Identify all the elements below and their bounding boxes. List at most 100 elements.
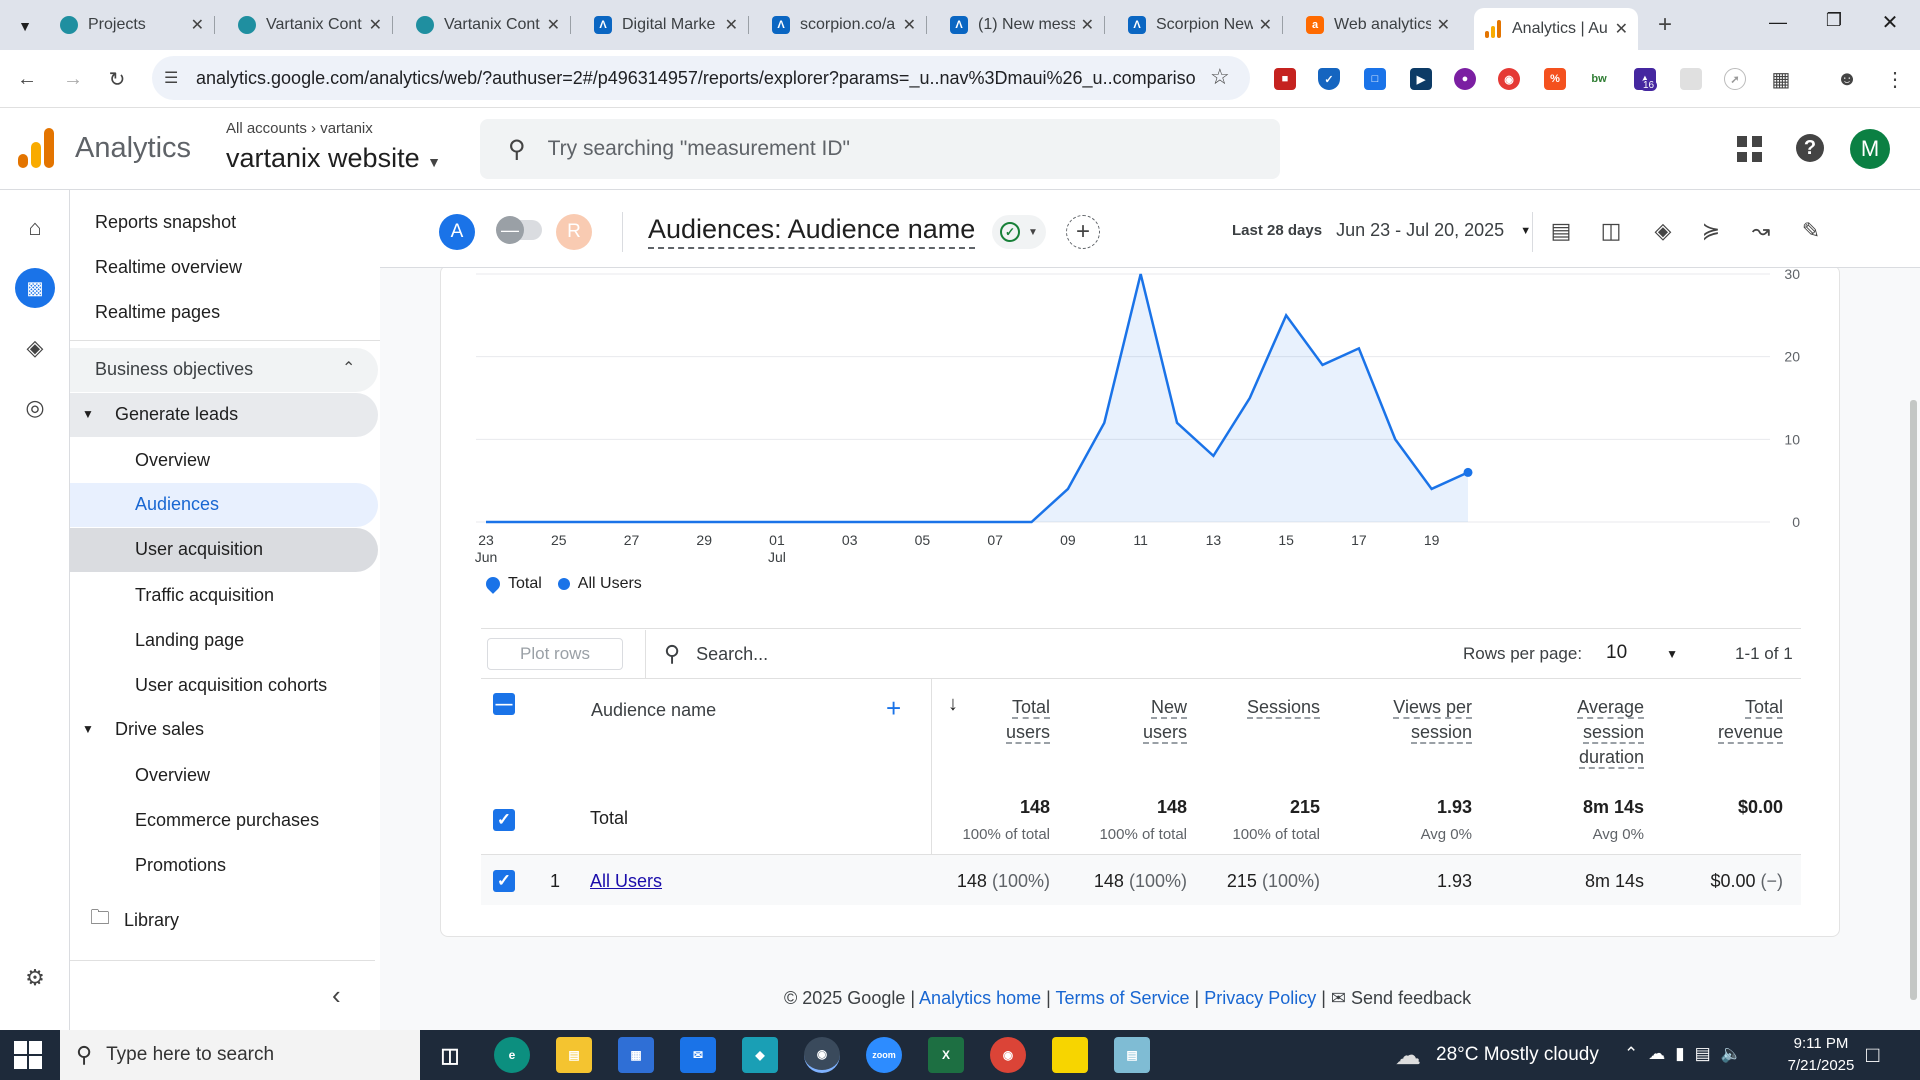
document-extension-icon[interactable]: □	[1364, 68, 1386, 90]
property-selector[interactable]: vartanix website ▼	[226, 143, 441, 174]
browser-tab[interactable]: a Web analytics ✕	[1296, 8, 1460, 42]
browser-tab[interactable]: Projects ✕	[50, 8, 215, 42]
restore-button[interactable]: ❐	[1816, 10, 1852, 36]
select-all-checkbox[interactable]: —	[493, 693, 515, 715]
explore-icon[interactable]: ◈	[15, 328, 55, 368]
pokeball-extension-icon[interactable]: ◉	[1498, 68, 1520, 90]
rows-per-page-select[interactable]: 10 ▼	[1606, 642, 1678, 664]
minimize-button[interactable]: —	[1760, 12, 1796, 38]
nav-item-overview[interactable]: Overview	[135, 753, 210, 797]
footer-link-privacy[interactable]: Privacy Policy	[1204, 988, 1316, 1008]
explore-chart-icon[interactable]: ◈	[1650, 218, 1676, 244]
breadcrumb-all-accounts[interactable]: All accounts	[226, 120, 307, 137]
table-search[interactable]: ⚲ Search...	[645, 630, 1145, 678]
extensions-puzzle-icon[interactable]: ▦	[1768, 66, 1794, 92]
content-scrollbar[interactable]	[1910, 400, 1917, 1000]
nav-realtime-pages[interactable]: Realtime pages	[95, 290, 220, 334]
measurement-search[interactable]: ⚲ Try searching "measurement ID"	[480, 119, 1280, 179]
nav-item-traffic-acquisition[interactable]: Traffic acquisition	[135, 573, 274, 617]
header-total-users[interactable]: Total users	[950, 695, 1050, 745]
insights-sparkline-icon[interactable]: ↝	[1748, 218, 1774, 244]
report-status-dropdown[interactable]: ✓ ▼	[992, 215, 1046, 249]
close-icon[interactable]: ✕	[1437, 15, 1450, 35]
site-info-icon[interactable]: ☰	[164, 68, 178, 88]
browser-tab[interactable]: Λ (1) New mess ✕	[940, 8, 1105, 42]
header-total-revenue[interactable]: Total revenue	[1663, 695, 1783, 745]
nav-item-user-acquisition-cohorts[interactable]: User acquisition cohorts	[135, 663, 327, 707]
header-new-users[interactable]: New users	[1087, 695, 1187, 745]
nav-item-overview[interactable]: Overview	[135, 438, 210, 482]
close-icon[interactable]: ✕	[547, 15, 560, 35]
home-icon[interactable]: ⌂	[15, 208, 55, 248]
settings-gear-icon[interactable]: ⚙	[15, 958, 55, 998]
close-icon[interactable]: ✕	[369, 15, 382, 35]
comparison-chip-r[interactable]: R	[556, 214, 592, 250]
nav-library[interactable]: 🗀 Library	[90, 898, 179, 942]
task-view-icon[interactable]: ◫	[432, 1037, 468, 1073]
close-icon[interactable]: ✕	[1259, 15, 1272, 35]
pdf-extension-icon[interactable]: ■	[1274, 68, 1296, 90]
footer-link-terms[interactable]: Terms of Service	[1055, 988, 1189, 1008]
date-range-picker[interactable]: Last 28 days Jun 23 - Jul 20, 2025 ▼	[1232, 220, 1531, 241]
browser-tab[interactable]: Λ scorpion.co/a ✕	[762, 8, 927, 42]
comparison-chip-a[interactable]: A	[439, 214, 475, 250]
nav-item-audiences[interactable]: Audiences	[70, 483, 378, 527]
add-dimension-icon[interactable]: +	[886, 693, 901, 724]
browser-tab[interactable]: Vartanix Cont ✕	[406, 8, 571, 42]
header-sessions[interactable]: Sessions	[1220, 695, 1320, 720]
reload-icon[interactable]: ↻	[104, 66, 130, 92]
tab-search-button[interactable]: ▼	[10, 12, 40, 40]
nav-item-landing-page[interactable]: Landing page	[135, 618, 244, 662]
audience-link-all-users[interactable]: All Users	[590, 871, 662, 892]
blank-extension-icon[interactable]	[1680, 68, 1702, 90]
compare-columns-icon[interactable]: ◫	[1598, 218, 1624, 244]
nav-group-generate-leads[interactable]: ▼ Generate leads	[70, 393, 378, 437]
forward-icon[interactable]: →	[60, 66, 86, 92]
help-icon[interactable]: ?	[1796, 134, 1824, 162]
mail-icon[interactable]: ✉	[680, 1037, 716, 1073]
insights-note-icon[interactable]: ▤	[1548, 218, 1574, 244]
browser-menu-icon[interactable]: ⋮	[1882, 66, 1908, 92]
color-picker-extension-icon[interactable]: ●	[1454, 68, 1476, 90]
nav-item-ecommerce-purchases[interactable]: Ecommerce purchases	[135, 798, 319, 842]
nav-section-business-objectives[interactable]: Business objectives ⌃	[70, 348, 378, 392]
footer-link-analytics-home[interactable]: Analytics home	[919, 988, 1041, 1008]
browser-tab[interactable]: Λ Digital Marke ✕	[584, 8, 749, 42]
close-icon[interactable]: ✕	[903, 15, 916, 35]
nav-realtime-overview[interactable]: Realtime overview	[95, 245, 242, 289]
browser-tab[interactable]: Λ Scorpion New ✕	[1118, 8, 1283, 42]
store-icon[interactable]: ▦	[618, 1037, 654, 1073]
edit-pencil-icon[interactable]: ✎	[1798, 218, 1824, 244]
clock-time[interactable]: 9:11 PM	[1786, 1035, 1856, 1052]
app-notepad-icon[interactable]: ▤	[1114, 1037, 1150, 1073]
video-extension-icon[interactable]: ▶	[1410, 68, 1432, 90]
chrome-icon[interactable]: ◉	[804, 1037, 840, 1073]
breadcrumb-account[interactable]: vartanix	[320, 120, 373, 137]
edge-icon[interactable]: e	[494, 1037, 530, 1073]
share-icon[interactable]: ≽	[1698, 218, 1724, 244]
browser-tab-active[interactable]: Analytics | Au ✕	[1474, 8, 1638, 50]
close-icon[interactable]: ✕	[1081, 15, 1094, 35]
total-row-checkbox[interactable]: ✓	[493, 809, 515, 831]
weather-text[interactable]: 28°C Mostly cloudy	[1436, 1044, 1599, 1066]
compass-extension-icon[interactable]: ➚	[1724, 68, 1746, 90]
back-icon[interactable]: ←	[14, 66, 40, 92]
file-explorer-icon[interactable]: ▤	[556, 1037, 592, 1073]
browser-tab[interactable]: Vartanix Cont ✕	[228, 8, 393, 42]
excel-icon[interactable]: X	[928, 1037, 964, 1073]
header-views-per-session[interactable]: Views per session	[1352, 695, 1472, 745]
add-comparison-button[interactable]: +	[1066, 215, 1100, 249]
header-average-session-duration[interactable]: Average session duration	[1524, 695, 1644, 770]
bookmark-star-icon[interactable]: ☆	[1210, 64, 1230, 90]
new-tab-button[interactable]: +	[1650, 10, 1680, 40]
sticky-notes-icon[interactable]	[1052, 1037, 1088, 1073]
bw-extension-icon[interactable]: bw	[1588, 68, 1610, 90]
breadcrumb[interactable]: All accounts › vartanix	[226, 120, 373, 137]
advertising-icon[interactable]: ◎	[15, 388, 55, 428]
system-tray[interactable]: ⌃☁▮▤🔈	[1624, 1044, 1752, 1064]
nav-item-user-acquisition[interactable]: User acquisition	[70, 528, 378, 572]
apps-grid-icon[interactable]	[1737, 136, 1763, 162]
nav-item-promotions[interactable]: Promotions	[135, 843, 226, 887]
chrome-icon[interactable]: ◉	[990, 1037, 1026, 1073]
report-title[interactable]: Audiences: Audience name	[648, 214, 976, 249]
